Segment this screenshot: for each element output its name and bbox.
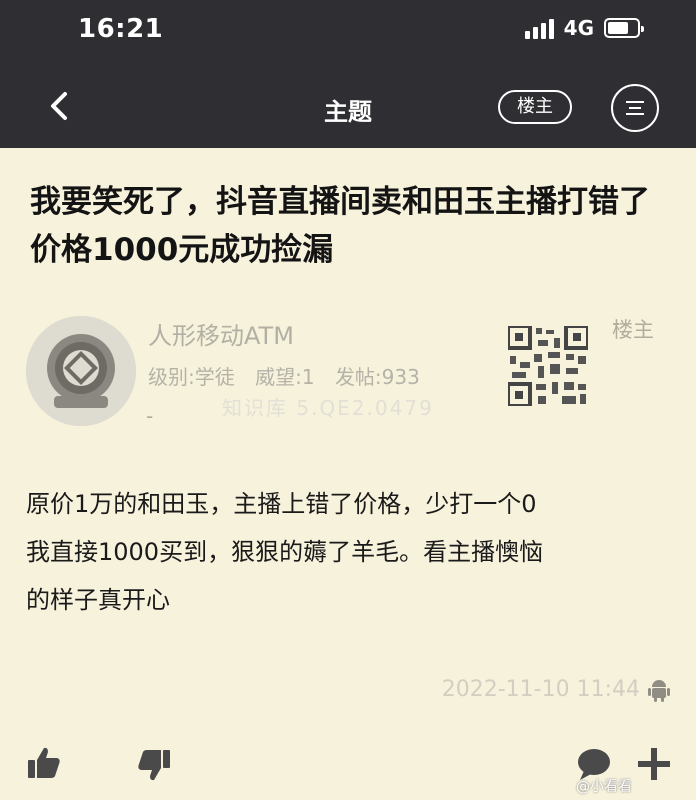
dislike-button[interactable] [134, 744, 174, 784]
android-icon [648, 680, 670, 702]
menu-icon-line [626, 113, 644, 115]
network-label: 4G [563, 16, 594, 40]
signal-bars-icon [524, 17, 554, 39]
like-button[interactable] [24, 744, 64, 784]
post-body-line: 的样子真开心 [26, 586, 170, 614]
avatar[interactable] [26, 316, 136, 426]
top-bar: 16:21 4G 主题 楼主 [0, 0, 696, 148]
author-stats: 级别:学徒 威望:1 发帖:933 [148, 361, 434, 390]
plus-icon [638, 748, 670, 780]
weibo-watermark: @小看看 [576, 779, 632, 795]
post-timestamp: 2022-11-10 11:44 [441, 677, 640, 702]
diving-helmet-avatar [26, 316, 136, 426]
author-posts: 发帖:933 [334, 365, 420, 389]
menu-icon [626, 101, 644, 103]
op-tag: 楼主 [612, 318, 654, 342]
post-body-line: 原价1万的和田玉，主播上错了价格，少打一个0 [26, 490, 537, 518]
only-op-button[interactable]: 楼主 [498, 90, 572, 124]
watermark: 知识库 5.QE2.0479 [222, 396, 434, 420]
author-reputation: 威望:1 [255, 365, 315, 389]
author-name[interactable]: 人形移动ATM [148, 316, 294, 351]
page-title: 主题 [324, 98, 372, 126]
thumbs-down-icon [138, 750, 170, 781]
qr-code-icon [508, 326, 588, 406]
thumbs-up-icon [28, 747, 60, 778]
post-body: 原价1万的和田玉，主播上错了价格，少打一个0 我直接1000买到，狠狠的薅了羊毛… [26, 480, 676, 624]
battery-icon [604, 18, 644, 38]
status-time: 16:21 [78, 14, 164, 44]
post-body-line: 我直接1000买到，狠狠的薅了羊毛。看主播懊恼 [26, 538, 544, 566]
author-level: 级别:学徒 [148, 365, 235, 389]
menu-button[interactable] [611, 84, 659, 132]
add-button[interactable] [634, 744, 674, 784]
menu-icon-line [629, 107, 641, 109]
author-signature: - [146, 404, 154, 428]
status-indicators: 4G [524, 16, 644, 40]
post-title: 我要笑死了，抖音直播间卖和田玉主播打错了价格1000元成功捡漏 [30, 184, 650, 268]
